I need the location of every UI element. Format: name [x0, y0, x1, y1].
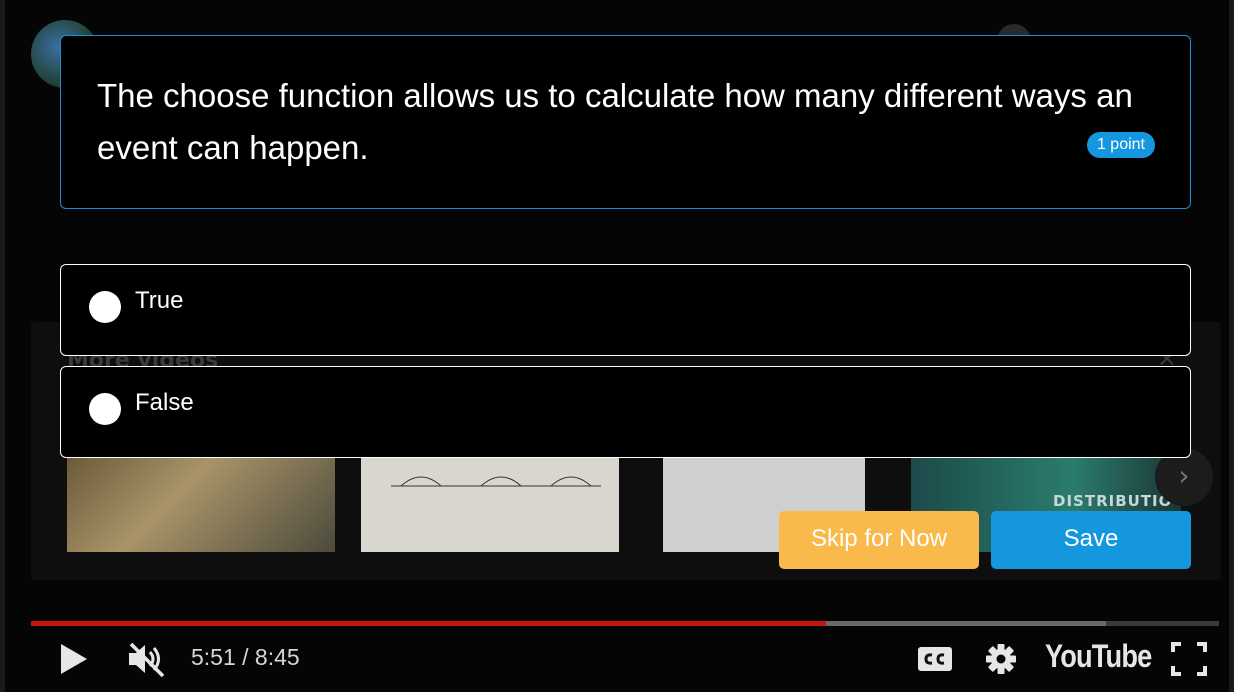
- mute-icon[interactable]: [125, 638, 167, 680]
- progress-played: [31, 621, 826, 626]
- youtube-logo[interactable]: YouTube: [1045, 638, 1152, 675]
- radio-button[interactable]: [89, 393, 121, 425]
- question-text: The choose function allows us to calcula…: [97, 77, 1133, 166]
- radio-button[interactable]: [89, 291, 121, 323]
- option-label: False: [135, 389, 194, 416]
- question-card: The choose function allows us to calcula…: [60, 35, 1191, 209]
- save-button[interactable]: Save: [991, 511, 1191, 569]
- option-label: True: [135, 287, 184, 314]
- time-display: 5:51 / 8:45: [191, 644, 300, 670]
- video-thumbnail[interactable]: [67, 458, 335, 552]
- video-thumbnail[interactable]: [361, 458, 619, 552]
- normal-curves-illustration: [391, 476, 601, 487]
- closed-captions-icon[interactable]: [915, 638, 955, 680]
- answer-option-true[interactable]: True: [60, 264, 1191, 356]
- points-badge: 1 point: [1086, 132, 1155, 158]
- fullscreen-icon[interactable]: [1169, 638, 1209, 680]
- thumbnail-caption: DISTRIBUTIO: [1053, 492, 1173, 510]
- play-icon[interactable]: [57, 638, 91, 680]
- answer-option-false[interactable]: False: [60, 366, 1191, 458]
- video-player: More videos × DISTRIBUTIO › The choose f…: [0, 0, 1234, 692]
- gear-icon[interactable]: [981, 638, 1021, 680]
- skip-button[interactable]: Skip for Now: [779, 511, 979, 569]
- progress-bar[interactable]: [31, 621, 1219, 626]
